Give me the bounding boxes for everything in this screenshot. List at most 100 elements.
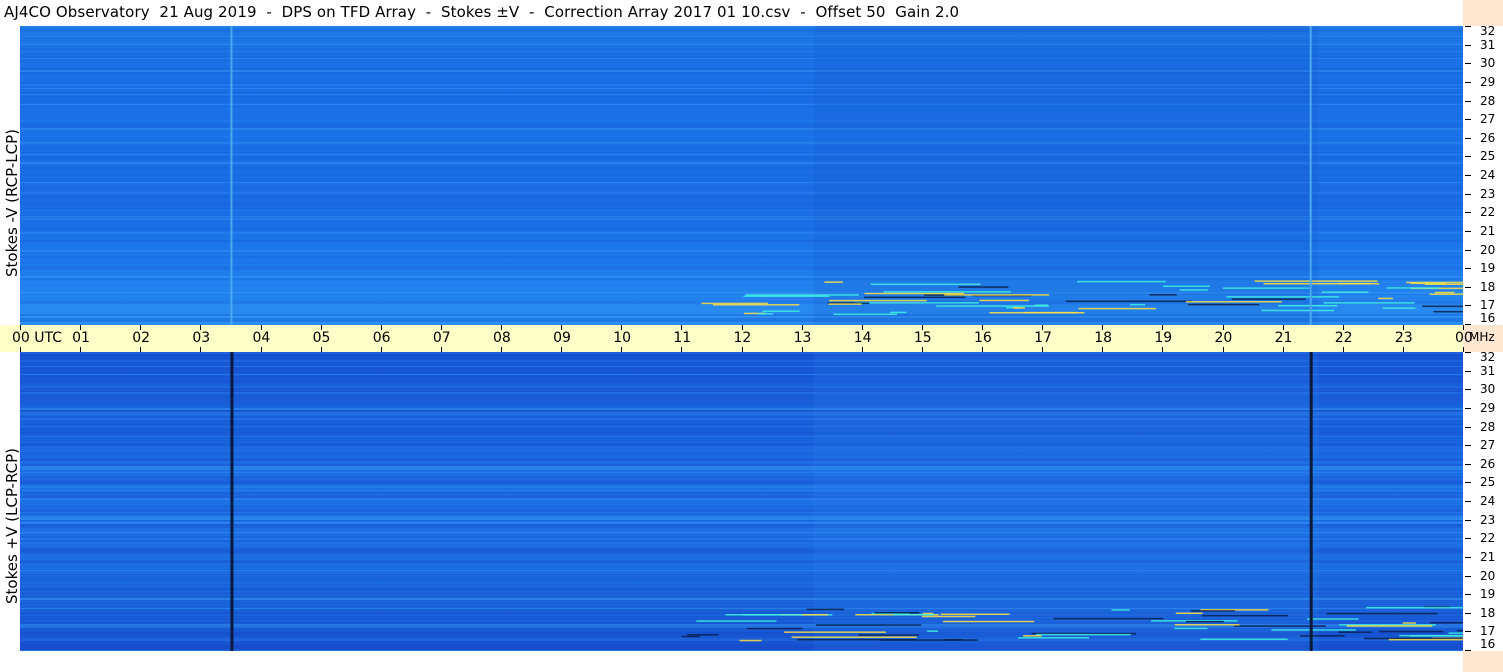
time-tick-mark [621,347,623,352]
emission-streak [989,311,1085,314]
time-tick-label: 04 [252,330,271,346]
freq-tick-mark [1465,482,1471,484]
emission-streak [1078,307,1156,310]
emission-streak [1174,623,1240,626]
emission-streak [687,634,719,636]
time-tick-label: 23 [1394,330,1413,346]
bottom-panel-ylabel: Stokes +V (LCP-RCP) [3,448,21,604]
emission-streak [791,636,917,638]
time-tick-mark [921,347,923,352]
emission-streak [1174,627,1208,630]
time-tick-label: 15 [913,330,932,346]
freq-tick-mark [1465,137,1471,139]
emission-streak [757,313,774,315]
emission-streak [828,303,862,305]
emission-streak [1149,294,1177,296]
time-tick-label: 07 [432,330,451,346]
emission-streak [940,613,1010,616]
freq-tick-label: 20 [1480,242,1496,257]
emission-streak [864,296,966,299]
freq-tick-mark [1465,44,1471,46]
freq-tick-label: 19 [1480,261,1496,276]
freq-tick-mark [1465,26,1471,27]
freq-tick-mark [1465,324,1471,325]
emission-streak [762,310,800,312]
freq-tick-label: 22 [1480,205,1496,220]
freq-tick-mark [1465,63,1471,65]
emission-streak [833,313,898,316]
freq-tick-mark [1465,426,1471,428]
emission-streak [681,635,700,638]
emission-streak [1186,620,1224,623]
freq-tick-mark [1465,575,1471,577]
time-tick-mark [20,347,21,352]
freq-tick-mark [1465,519,1471,521]
freq-tick-mark [1465,286,1471,288]
time-tick-mark [380,347,382,352]
freq-tick-mark [1465,389,1471,391]
emission-streak [1307,618,1359,620]
emission-streak [1409,635,1463,637]
emission-streak [890,311,907,314]
freq-tick-mark [1465,370,1471,372]
freq-tick-mark [1465,612,1471,614]
time-tick-label: 10 [613,330,632,346]
emission-streak [1185,301,1282,303]
emission-streak [1386,287,1440,289]
time-tick-mark [260,347,262,352]
emission-streak [883,291,1012,293]
time-tick-mark [80,347,82,352]
time-tick-mark [1162,347,1164,352]
emission-streak [1378,297,1393,300]
emission-streak [1226,296,1340,298]
time-tick-label: 09 [553,330,571,346]
emission-streak [958,286,1009,288]
time-tick-label: 05 [312,330,331,346]
time-tick-label: 02 [132,330,151,346]
emission-streak [1200,638,1288,641]
time-tick-label: 03 [192,330,211,346]
freq-tick-label: 25 [1480,475,1496,490]
top-frequency-axis: 32 31 30 29 28 27 26 25 24 23 22 21 20 19 18 17 16 [1463,24,1503,325]
freq-tick-label: 19 [1480,587,1496,602]
time-tick-mark [561,347,563,352]
emission-streak [854,302,979,304]
freq-tick-label: 30 [1480,382,1496,397]
time-tick-mark [140,347,142,352]
interference-line [1309,26,1312,325]
freq-tick-mark [1465,650,1471,651]
freq-tick-label: 16 [1480,311,1496,325]
bottom-spectrogram-svg [20,352,1463,651]
time-tick-label: 21 [1274,330,1293,346]
emission-streak [1422,305,1463,308]
freq-tick-label: 26 [1480,456,1496,471]
emission-streak [1190,610,1235,612]
time-tick-label: 00 UTC [12,330,63,346]
emission-streak [1017,637,1090,639]
time-tick-mark [200,347,202,352]
freq-tick-label: 26 [1480,130,1496,145]
emission-streak [1077,280,1166,283]
interference-line [230,26,233,325]
freq-tick-mark [1465,407,1471,409]
time-tick-mark [801,347,803,352]
emission-streak [1429,293,1463,295]
emission-streak [746,627,803,630]
freq-tick-mark [1465,249,1471,251]
emission-streak [1346,625,1433,627]
freq-tick-mark [1465,212,1471,214]
emission-streak [696,620,777,622]
emission-streak [1261,309,1335,312]
time-axis: 00 UTC 01 02 03 04 05 06 07 08 09 10 11 12 13 14 15 16 17… [0,325,1473,352]
freq-tick-label: 18 [1480,605,1496,620]
emission-streak [1271,629,1356,631]
time-tick-mark [1222,347,1224,352]
time-tick-mark [1102,347,1104,352]
time-tick-mark [320,347,322,352]
emission-streak [824,281,844,283]
emission-streak [944,294,1050,296]
mhz-unit-label: MHz [1469,330,1495,344]
freq-tick-mark [1465,156,1471,158]
time-tick-mark [861,347,863,352]
emission-streak [864,292,965,295]
